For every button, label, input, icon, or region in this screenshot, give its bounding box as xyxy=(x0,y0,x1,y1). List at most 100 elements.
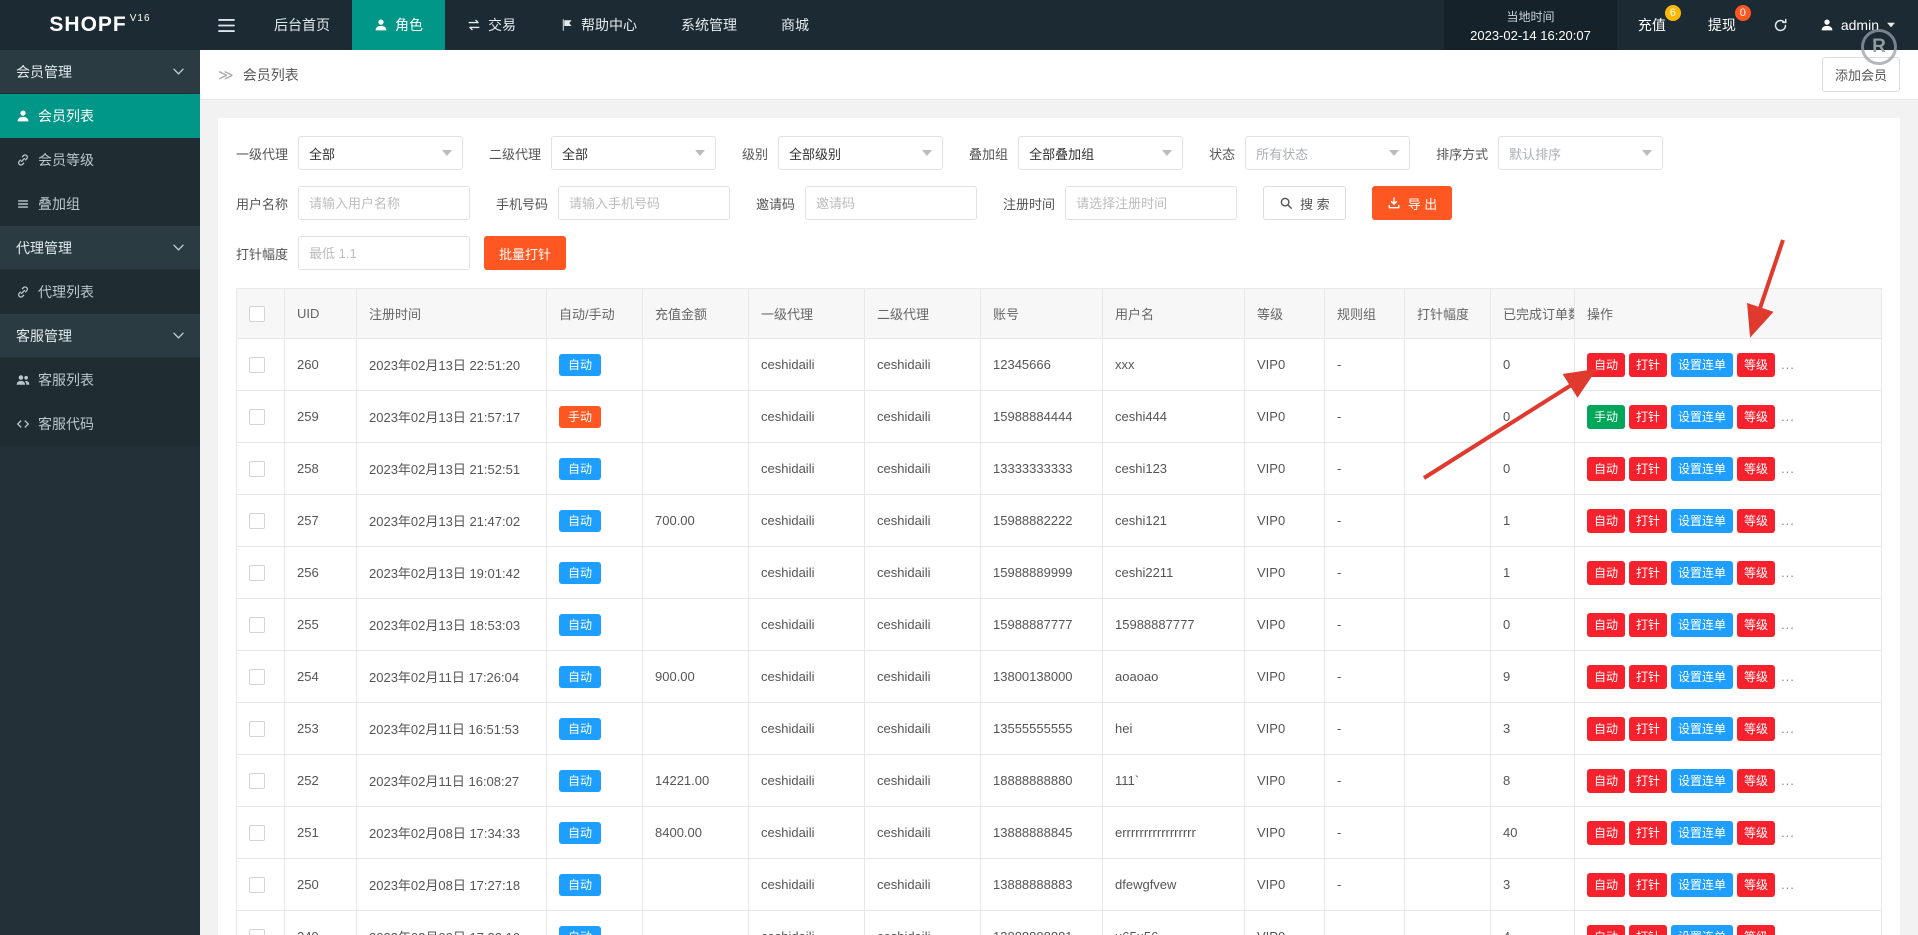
set-chain-button[interactable]: 设置连单 xyxy=(1671,405,1733,429)
nav-item-2[interactable]: 交易 xyxy=(445,0,538,50)
select-all-checkbox[interactable] xyxy=(249,306,265,322)
sidebar-item-1[interactable]: 会员列表 xyxy=(0,94,200,138)
export-button[interactable]: 导 出 xyxy=(1372,186,1453,220)
needle-button[interactable]: 打针 xyxy=(1629,509,1667,533)
nav-item-5[interactable]: 商城 xyxy=(759,0,831,50)
mode-toggle-button[interactable]: 自动 xyxy=(1587,717,1625,741)
more-actions[interactable]: ... xyxy=(1781,773,1795,788)
needle-button[interactable]: 打针 xyxy=(1629,717,1667,741)
needle-button[interactable]: 打针 xyxy=(1629,405,1667,429)
filter-text-input[interactable] xyxy=(558,186,730,220)
more-actions[interactable]: ... xyxy=(1781,513,1795,528)
nav-item-1[interactable]: 角色 xyxy=(352,0,445,50)
row-checkbox[interactable] xyxy=(249,513,265,529)
filter-select[interactable]: 全部叠加组 xyxy=(1018,136,1183,170)
set-chain-button[interactable]: 设置连单 xyxy=(1671,457,1733,481)
needle-input[interactable] xyxy=(298,236,470,270)
more-actions[interactable]: ... xyxy=(1781,461,1795,476)
filter-select[interactable]: 全部 xyxy=(551,136,716,170)
set-chain-button[interactable]: 设置连单 xyxy=(1671,613,1733,637)
needle-button[interactable]: 打针 xyxy=(1629,821,1667,845)
level-button[interactable]: 等级 xyxy=(1737,769,1775,793)
nav-item-4[interactable]: 系统管理 xyxy=(659,0,759,50)
needle-button[interactable]: 打针 xyxy=(1629,769,1667,793)
filter-text-input[interactable] xyxy=(1065,186,1237,220)
level-button[interactable]: 等级 xyxy=(1737,509,1775,533)
sidebar-item-8[interactable]: 客服代码 xyxy=(0,402,200,446)
needle-button[interactable]: 打针 xyxy=(1629,873,1667,897)
needle-button[interactable]: 打针 xyxy=(1629,457,1667,481)
more-actions[interactable]: ... xyxy=(1781,929,1795,935)
filter-select[interactable]: 所有状态 xyxy=(1245,136,1410,170)
mode-toggle-button[interactable]: 自动 xyxy=(1587,457,1625,481)
more-actions[interactable]: ... xyxy=(1781,409,1795,424)
row-checkbox[interactable] xyxy=(249,461,265,477)
more-actions[interactable]: ... xyxy=(1781,877,1795,892)
set-chain-button[interactable]: 设置连单 xyxy=(1671,821,1733,845)
filter-text-input[interactable] xyxy=(805,186,977,220)
more-actions[interactable]: ... xyxy=(1781,669,1795,684)
set-chain-button[interactable]: 设置连单 xyxy=(1671,561,1733,585)
level-button[interactable]: 等级 xyxy=(1737,457,1775,481)
row-checkbox[interactable] xyxy=(249,773,265,789)
set-chain-button[interactable]: 设置连单 xyxy=(1671,925,1733,935)
set-chain-button[interactable]: 设置连单 xyxy=(1671,509,1733,533)
nav-item-3[interactable]: 帮助中心 xyxy=(538,0,659,50)
needle-button[interactable]: 打针 xyxy=(1629,665,1667,689)
more-actions[interactable]: ... xyxy=(1781,825,1795,840)
set-chain-button[interactable]: 设置连单 xyxy=(1671,717,1733,741)
search-button[interactable]: 搜 索 xyxy=(1263,186,1346,220)
refresh-button[interactable] xyxy=(1757,0,1804,50)
recharge-link[interactable]: 充值 6 xyxy=(1617,0,1687,50)
mode-toggle-button[interactable]: 自动 xyxy=(1587,353,1625,377)
row-checkbox[interactable] xyxy=(249,721,265,737)
row-checkbox[interactable] xyxy=(249,669,265,685)
level-button[interactable]: 等级 xyxy=(1737,717,1775,741)
level-button[interactable]: 等级 xyxy=(1737,353,1775,377)
sidebar-item-3[interactable]: 叠加组 xyxy=(0,182,200,226)
nav-item-0[interactable]: 后台首页 xyxy=(252,0,352,50)
needle-button[interactable]: 打针 xyxy=(1629,353,1667,377)
more-actions[interactable]: ... xyxy=(1781,565,1795,580)
mode-toggle-button[interactable]: 自动 xyxy=(1587,665,1625,689)
level-button[interactable]: 等级 xyxy=(1737,821,1775,845)
row-checkbox[interactable] xyxy=(249,825,265,841)
more-actions[interactable]: ... xyxy=(1781,617,1795,632)
row-checkbox[interactable] xyxy=(249,929,265,935)
filter-text-input[interactable] xyxy=(298,186,470,220)
set-chain-button[interactable]: 设置连单 xyxy=(1671,353,1733,377)
admin-menu[interactable]: admin xyxy=(1804,0,1918,50)
add-member-button[interactable]: 添加会员 xyxy=(1822,57,1900,92)
menu-toggle-button[interactable] xyxy=(200,0,252,50)
level-button[interactable]: 等级 xyxy=(1737,561,1775,585)
level-button[interactable]: 等级 xyxy=(1737,665,1775,689)
level-button[interactable]: 等级 xyxy=(1737,925,1775,935)
mode-toggle-button[interactable]: 自动 xyxy=(1587,925,1625,935)
needle-button[interactable]: 打针 xyxy=(1629,925,1667,935)
sidebar-item-5[interactable]: 代理列表 xyxy=(0,270,200,314)
mode-toggle-button[interactable]: 手动 xyxy=(1587,405,1625,429)
level-button[interactable]: 等级 xyxy=(1737,873,1775,897)
needle-button[interactable]: 打针 xyxy=(1629,561,1667,585)
filter-select[interactable]: 全部级别 xyxy=(778,136,943,170)
batch-needle-button[interactable]: 批量打针 xyxy=(484,236,566,270)
row-checkbox[interactable] xyxy=(249,617,265,633)
sidebar-group-6[interactable]: 客服管理 xyxy=(0,314,200,358)
mode-toggle-button[interactable]: 自动 xyxy=(1587,509,1625,533)
level-button[interactable]: 等级 xyxy=(1737,613,1775,637)
filter-select[interactable]: 全部 xyxy=(298,136,463,170)
set-chain-button[interactable]: 设置连单 xyxy=(1671,769,1733,793)
sidebar-item-7[interactable]: 客服列表 xyxy=(0,358,200,402)
set-chain-button[interactable]: 设置连单 xyxy=(1671,873,1733,897)
set-chain-button[interactable]: 设置连单 xyxy=(1671,665,1733,689)
sidebar-group-0[interactable]: 会员管理 xyxy=(0,50,200,94)
mode-toggle-button[interactable]: 自动 xyxy=(1587,613,1625,637)
mode-toggle-button[interactable]: 自动 xyxy=(1587,769,1625,793)
row-checkbox[interactable] xyxy=(249,357,265,373)
more-actions[interactable]: ... xyxy=(1781,721,1795,736)
withdraw-link[interactable]: 提现 0 xyxy=(1687,0,1757,50)
sidebar-item-2[interactable]: 会员等级 xyxy=(0,138,200,182)
level-button[interactable]: 等级 xyxy=(1737,405,1775,429)
filter-select[interactable]: 默认排序 xyxy=(1498,136,1663,170)
row-checkbox[interactable] xyxy=(249,409,265,425)
